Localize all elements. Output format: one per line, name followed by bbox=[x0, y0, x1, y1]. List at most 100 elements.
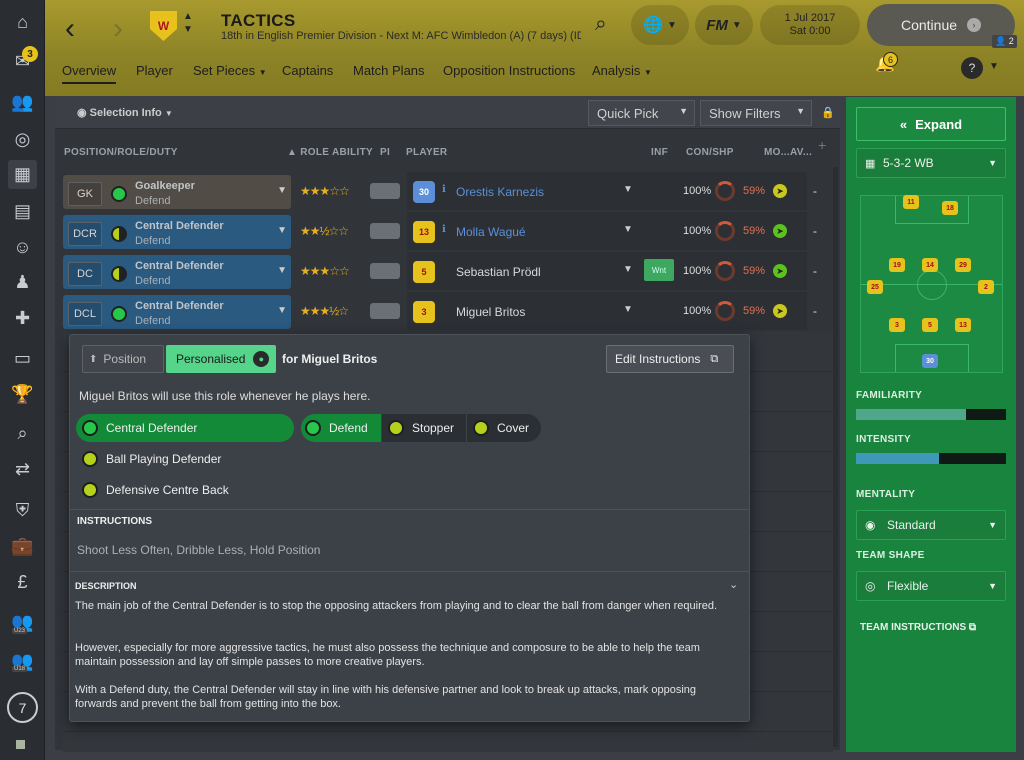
col-role-ability[interactable]: ▲ ROLE ABILITY bbox=[287, 147, 373, 158]
info-icon[interactable]: ℹ bbox=[442, 224, 446, 235]
pi-icon[interactable] bbox=[370, 183, 400, 199]
club-badge[interactable]: W bbox=[150, 11, 177, 41]
tab-overview[interactable]: Overview bbox=[62, 63, 117, 84]
role-option-defensive-centre-back[interactable]: Defensive Centre Back bbox=[82, 476, 229, 504]
transfers-icon[interactable]: ⇄ bbox=[8, 455, 37, 484]
add-column-icon[interactable]: + bbox=[818, 137, 826, 153]
duty-option-defend[interactable]: Defend bbox=[301, 414, 381, 442]
info-icon[interactable]: ℹ bbox=[442, 184, 446, 195]
search-icon[interactable]: ⌕ bbox=[595, 12, 607, 36]
col-con-shp[interactable]: CON/SHP bbox=[686, 147, 734, 158]
finances-icon[interactable]: £ bbox=[8, 568, 37, 597]
fm-menu-button[interactable]: FM ▼ bbox=[695, 5, 753, 45]
dynamics-icon[interactable]: ◎ bbox=[8, 125, 37, 154]
role-option-central-defender[interactable]: Central Defender bbox=[76, 414, 294, 442]
pitch-player[interactable]: 29 bbox=[955, 258, 971, 272]
tactics-icon[interactable]: ▦ bbox=[8, 160, 37, 189]
show-filters-button[interactable]: Show Filters ▼ bbox=[700, 100, 812, 126]
player-name[interactable]: Sebastian Prödl bbox=[456, 265, 541, 279]
staff-icon[interactable]: ☺ bbox=[8, 233, 37, 262]
tab-analysis[interactable]: Analysis ▼ bbox=[592, 63, 652, 78]
average-rating: - bbox=[813, 304, 817, 318]
pitch-player[interactable]: 11 bbox=[903, 195, 919, 209]
player-name[interactable]: Orestis Karnezis bbox=[456, 185, 544, 199]
pitch-player[interactable]: 25 bbox=[867, 280, 883, 294]
position-selector[interactable]: GK Goalkeeper Defend ▼ bbox=[63, 175, 291, 209]
pitch-player[interactable]: 13 bbox=[955, 318, 971, 332]
position-selector[interactable]: DCR Central Defender Defend ▼ bbox=[63, 215, 291, 249]
tab-captains[interactable]: Captains bbox=[282, 63, 333, 78]
col-pi[interactable]: PI bbox=[380, 147, 390, 158]
pi-icon[interactable] bbox=[370, 223, 400, 239]
help-icon[interactable]: ? bbox=[961, 57, 983, 79]
chevron-down-icon[interactable]: ▼ bbox=[623, 264, 633, 275]
player-name[interactable]: Molla Wagué bbox=[456, 225, 526, 239]
medical-icon[interactable]: ✚ bbox=[8, 304, 37, 333]
pitch-goalkeeper[interactable]: 30 bbox=[922, 354, 938, 368]
selection-info-toggle[interactable]: ◉ Selection Info ▼ bbox=[77, 106, 173, 119]
tab-bar: Overview Player Set Pieces ▼ Captains Ma… bbox=[45, 52, 1024, 88]
chevron-down-icon[interactable]: ▼ bbox=[989, 61, 999, 72]
tab-set-pieces[interactable]: Set Pieces ▼ bbox=[193, 63, 267, 78]
formation-dropdown[interactable]: ▦ 5-3-2 WB ▼ bbox=[856, 148, 1006, 178]
table-row[interactable]: DCL Central Defender Defend ▼ ★★★½☆ 3 Mi… bbox=[63, 292, 833, 330]
chevron-down-icon[interactable]: ▼ bbox=[623, 184, 633, 195]
col-player[interactable]: PLAYER bbox=[406, 147, 447, 158]
role-option-ball-playing-defender[interactable]: Ball Playing Defender bbox=[82, 445, 221, 473]
duty-option-cover[interactable]: Cover bbox=[467, 414, 541, 442]
pi-icon[interactable] bbox=[370, 263, 400, 279]
table-row[interactable]: GK Goalkeeper Defend ▼ ★★★☆☆ 30 ℹ Oresti… bbox=[63, 172, 833, 210]
tab-opposition-instructions[interactable]: Opposition Instructions bbox=[443, 63, 575, 78]
mentality-dropdown[interactable]: ◉ Standard ▼ bbox=[856, 510, 1006, 540]
quick-pick-button[interactable]: Quick Pick ▼ bbox=[588, 100, 695, 126]
pi-icon[interactable] bbox=[370, 303, 400, 319]
squad-icon[interactable]: 👥 bbox=[8, 88, 37, 117]
pitch-player[interactable]: 18 bbox=[942, 201, 958, 215]
pitch-diagram[interactable]: 11 18 19 14 29 25 2 3 5 13 30 bbox=[860, 195, 1003, 373]
tab-match-plans[interactable]: Match Plans bbox=[353, 63, 425, 78]
pitch-player[interactable]: 3 bbox=[889, 318, 905, 332]
team-instructions-link[interactable]: TEAM INSTRUCTIONS ⧉ bbox=[860, 622, 976, 633]
chevron-updown-icon[interactable]: ▲ ▼ bbox=[183, 10, 193, 36]
sharpness-value: 59% bbox=[743, 225, 766, 237]
tab-player[interactable]: Player bbox=[136, 63, 173, 78]
date-display[interactable]: 1 Jul 2017 Sat 0:00 bbox=[760, 5, 860, 45]
table-row[interactable]: DC Central Defender Defend ▼ ★★★☆☆ 5 Seb… bbox=[63, 252, 833, 290]
col-inf[interactable]: INF bbox=[651, 147, 668, 158]
team-shape-dropdown[interactable]: ◎ Flexible ▼ bbox=[856, 571, 1006, 601]
pitch-player[interactable]: 5 bbox=[922, 318, 938, 332]
chevron-down-icon[interactable]: ▼ bbox=[623, 304, 633, 315]
schedule-icon[interactable]: ▭ bbox=[8, 344, 37, 373]
profile-circle[interactable]: 7 bbox=[7, 692, 38, 723]
forward-arrow-icon[interactable]: › bbox=[113, 12, 123, 46]
scrollbar[interactable] bbox=[833, 167, 838, 747]
world-button[interactable]: 🌐 ▼ bbox=[631, 5, 689, 45]
pitch-player[interactable]: 19 bbox=[889, 258, 905, 272]
col-av[interactable]: AV... bbox=[790, 147, 812, 158]
back-arrow-icon[interactable]: ‹ bbox=[65, 12, 75, 46]
player-name[interactable]: Miguel Britos bbox=[456, 305, 525, 319]
scouting-icon[interactable]: ⌕ bbox=[8, 419, 37, 448]
role-ability-stars: ★★★☆☆ bbox=[300, 264, 350, 278]
col-position[interactable]: POSITION/ROLE/DUTY bbox=[64, 147, 178, 158]
trophy-icon[interactable]: 🏆 bbox=[8, 380, 37, 409]
briefcase-icon[interactable]: 💼 bbox=[8, 532, 37, 561]
personalised-tab[interactable]: Personalised ● bbox=[166, 345, 276, 373]
club-vision-icon[interactable]: ⛨ bbox=[8, 496, 37, 525]
expand-button[interactable]: «Expand bbox=[856, 107, 1006, 141]
chevron-down-icon[interactable]: ▼ bbox=[623, 224, 633, 235]
col-morale[interactable]: MO... bbox=[764, 147, 790, 158]
pitch-player[interactable]: 14 bbox=[922, 258, 938, 272]
chevron-down-icon[interactable]: ⌄ bbox=[729, 578, 738, 591]
edit-instructions-button[interactable]: Edit Instructions ⧉ bbox=[606, 345, 734, 373]
position-selector[interactable]: DCL Central Defender Defend ▼ bbox=[63, 295, 291, 329]
table-row[interactable]: DCR Central Defender Defend ▼ ★★½☆☆ 13 ℹ… bbox=[63, 212, 833, 250]
training-icon[interactable]: ♟ bbox=[8, 268, 37, 297]
pitch-player[interactable]: 2 bbox=[978, 280, 994, 294]
position-tab[interactable]: ⬆ Position bbox=[82, 345, 164, 373]
position-selector[interactable]: DC Central Defender Defend ▼ bbox=[63, 255, 291, 289]
duty-option-stopper[interactable]: Stopper bbox=[382, 414, 466, 442]
home-icon[interactable]: ⌂ bbox=[8, 8, 37, 37]
lock-icon[interactable]: 🔒 bbox=[821, 106, 835, 119]
reports-icon[interactable]: ▤ bbox=[8, 197, 37, 226]
